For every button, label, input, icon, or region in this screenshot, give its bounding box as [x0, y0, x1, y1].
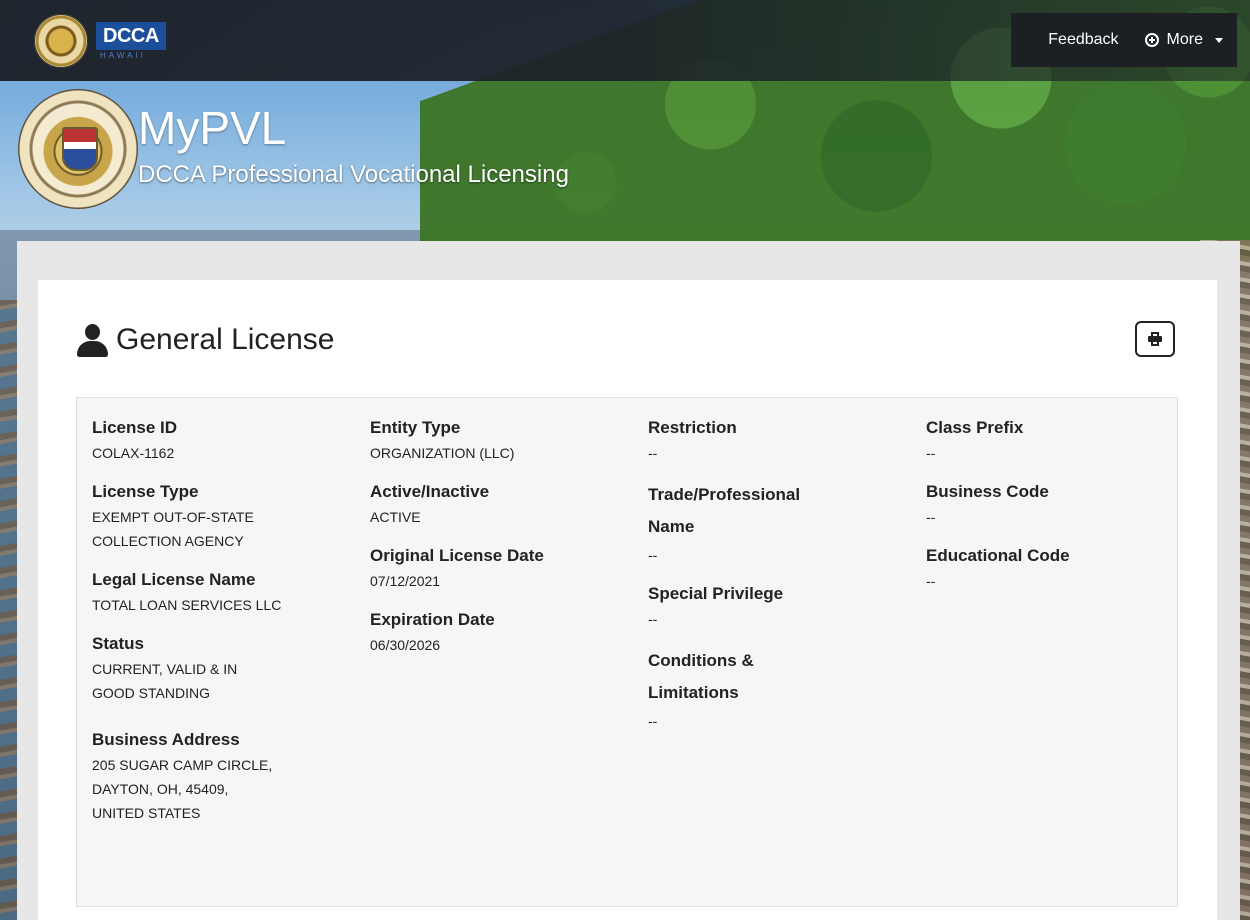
- field-label: Entity Type: [370, 418, 461, 437]
- field-value: 205 SUGAR CAMP CIRCLE, DAYTON, OH, 45409…: [92, 757, 273, 821]
- more-label: More: [1166, 31, 1203, 48]
- field-label: License ID: [92, 418, 178, 437]
- field-label: Restriction: [648, 418, 737, 437]
- field-value: COLAX-1162: [92, 445, 175, 461]
- app-subtitle: DCCA Professional Vocational Licensing: [138, 161, 569, 188]
- top-navbar: DCCA HAWAII Feedback More: [0, 0, 1250, 81]
- field-business-address: Business Address 205 SUGAR CAMP CIRCLE, …: [92, 727, 357, 825]
- field-value: ORGANIZATION (LLC): [370, 445, 515, 461]
- details-column-4: Class Prefix -- Business Code -- Educati…: [926, 415, 1191, 607]
- state-seal-icon: [34, 14, 88, 68]
- print-button[interactable]: [1135, 321, 1175, 357]
- field-entity-type: Entity Type ORGANIZATION (LLC): [370, 415, 635, 465]
- dcca-logo-subtext: HAWAII: [100, 51, 146, 60]
- license-details: License ID COLAX-1162 License Type EXEMP…: [76, 397, 1178, 907]
- field-license-id: License ID COLAX-1162: [92, 415, 357, 465]
- brand[interactable]: DCCA HAWAII: [34, 14, 166, 68]
- field-label: License Type: [92, 482, 199, 501]
- field-label: Status: [92, 634, 144, 653]
- field-business-code: Business Code --: [926, 479, 1191, 529]
- app-header: MyPVL DCCA Professional Vocational Licen…: [0, 81, 1250, 241]
- page-heading: General License: [76, 323, 334, 357]
- field-label: Expiration Date: [370, 610, 495, 629]
- field-value: --: [648, 547, 658, 563]
- field-educational-code: Educational Code --: [926, 543, 1191, 593]
- field-label: Legal License Name: [92, 570, 256, 589]
- field-value: --: [926, 509, 936, 525]
- field-active-inactive: Active/Inactive ACTIVE: [370, 479, 635, 529]
- details-column-2: Entity Type ORGANIZATION (LLC) Active/In…: [370, 415, 635, 671]
- field-value: --: [926, 573, 936, 589]
- nav-actions: Feedback More: [1011, 13, 1237, 67]
- field-conditions-limitations: Conditions & Limitations --: [648, 645, 913, 733]
- field-legal-license-name: Legal License Name TOTAL LOAN SERVICES L…: [92, 567, 357, 617]
- more-dropdown[interactable]: More: [1144, 31, 1223, 49]
- field-original-license-date: Original License Date 07/12/2021: [370, 543, 635, 593]
- field-value: ACTIVE: [370, 509, 421, 525]
- field-label: Original License Date: [370, 546, 544, 565]
- field-value: --: [648, 713, 658, 729]
- field-value: EXEMPT OUT-OF-STATE COLLECTION AGENCY: [92, 509, 254, 549]
- app-title: MyPVL: [138, 102, 287, 154]
- field-label: Special Privilege: [648, 584, 784, 603]
- field-license-type: License Type EXEMPT OUT-OF-STATE COLLECT…: [92, 479, 357, 553]
- field-expiration-date: Expiration Date 06/30/2026: [370, 607, 635, 657]
- field-value: --: [648, 611, 658, 627]
- caret-down-icon: [1215, 37, 1223, 43]
- page-title: General License: [116, 323, 335, 356]
- field-trade-professional-name: Trade/Professional Name --: [648, 479, 913, 567]
- user-icon: [76, 323, 108, 357]
- field-value: CURRENT, VALID & IN GOOD STANDING: [92, 661, 238, 701]
- field-special-privilege: Special Privilege --: [648, 581, 913, 631]
- dcca-logo-text: DCCA: [96, 22, 166, 50]
- field-value: 06/30/2026: [370, 637, 441, 653]
- field-value: --: [648, 445, 658, 461]
- field-restriction: Restriction --: [648, 415, 913, 465]
- feedback-link[interactable]: Feedback: [1048, 31, 1118, 49]
- field-value: TOTAL LOAN SERVICES LLC: [92, 597, 282, 613]
- field-label: Educational Code: [926, 546, 1070, 565]
- field-label: Class Prefix: [926, 418, 1024, 437]
- field-value: --: [926, 445, 936, 461]
- printer-icon: [1148, 332, 1162, 346]
- hawaii-state-seal-icon: [18, 89, 138, 209]
- field-status: Status CURRENT, VALID & IN GOOD STANDING: [92, 631, 357, 705]
- details-column-1: License ID COLAX-1162 License Type EXEMP…: [92, 415, 357, 839]
- field-label: Business Address: [92, 730, 240, 749]
- field-label: Trade/Professional Name: [648, 485, 801, 536]
- dcca-logo: DCCA HAWAII: [96, 22, 166, 60]
- field-label: Business Code: [926, 482, 1049, 501]
- field-value: 07/12/2021: [370, 573, 441, 589]
- plus-circle-icon: [1144, 33, 1159, 47]
- details-column-3: Restriction -- Trade/Professional Name -…: [648, 415, 913, 747]
- field-label: Conditions & Limitations: [648, 651, 754, 702]
- field-class-prefix: Class Prefix --: [926, 415, 1191, 465]
- field-label: Active/Inactive: [370, 482, 490, 501]
